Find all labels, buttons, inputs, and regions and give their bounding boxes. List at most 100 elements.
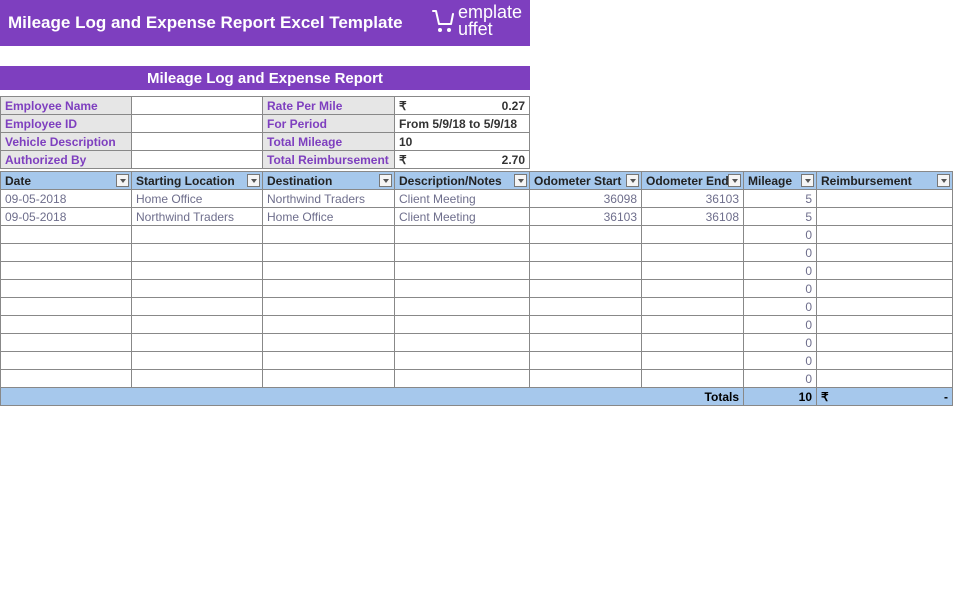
- cell-date[interactable]: [1, 262, 132, 280]
- total-reimb-value[interactable]: ₹2.70: [395, 151, 530, 169]
- cell-destination[interactable]: [263, 280, 395, 298]
- employee-name-value[interactable]: [132, 97, 263, 115]
- column-header-desc_notes[interactable]: Description/Notes: [395, 172, 530, 190]
- authorized-by-value[interactable]: [132, 151, 263, 169]
- cell-reimbursement[interactable]: [817, 208, 953, 226]
- cell-odometer-start[interactable]: [530, 352, 642, 370]
- cell-mileage[interactable]: 0: [744, 352, 817, 370]
- column-header-date[interactable]: Date: [1, 172, 132, 190]
- cell-mileage[interactable]: 0: [744, 244, 817, 262]
- cell-start-location[interactable]: [132, 370, 263, 388]
- cell-odometer-start[interactable]: 36103: [530, 208, 642, 226]
- cell-odometer-start[interactable]: 36098: [530, 190, 642, 208]
- cell-description[interactable]: [395, 244, 530, 262]
- filter-dropdown-icon[interactable]: [247, 174, 260, 187]
- cell-date[interactable]: [1, 298, 132, 316]
- column-header-odo_start[interactable]: Odometer Start: [530, 172, 642, 190]
- column-header-mileage[interactable]: Mileage: [744, 172, 817, 190]
- cell-destination[interactable]: [263, 370, 395, 388]
- cell-reimbursement[interactable]: [817, 352, 953, 370]
- for-period-value[interactable]: From 5/9/18 to 5/9/18: [395, 115, 530, 133]
- cell-date[interactable]: 09-05-2018: [1, 208, 132, 226]
- cell-odometer-start[interactable]: [530, 262, 642, 280]
- cell-start-location[interactable]: [132, 280, 263, 298]
- cell-odometer-start[interactable]: [530, 370, 642, 388]
- cell-odometer-end[interactable]: [642, 244, 744, 262]
- cell-reimbursement[interactable]: [817, 316, 953, 334]
- cell-destination[interactable]: [263, 352, 395, 370]
- cell-date[interactable]: [1, 370, 132, 388]
- column-header-destination[interactable]: Destination: [263, 172, 395, 190]
- cell-start-location[interactable]: [132, 262, 263, 280]
- cell-reimbursement[interactable]: [817, 190, 953, 208]
- filter-dropdown-icon[interactable]: [514, 174, 527, 187]
- cell-mileage[interactable]: 0: [744, 370, 817, 388]
- cell-date[interactable]: [1, 352, 132, 370]
- cell-date[interactable]: [1, 244, 132, 262]
- cell-reimbursement[interactable]: [817, 370, 953, 388]
- cell-mileage[interactable]: 5: [744, 208, 817, 226]
- cell-date[interactable]: [1, 226, 132, 244]
- cell-description[interactable]: Client Meeting: [395, 208, 530, 226]
- cell-odometer-end[interactable]: [642, 298, 744, 316]
- cell-destination[interactable]: Northwind Traders: [263, 190, 395, 208]
- cell-description[interactable]: [395, 280, 530, 298]
- cell-start-location[interactable]: [132, 298, 263, 316]
- cell-date[interactable]: [1, 280, 132, 298]
- cell-odometer-start[interactable]: [530, 280, 642, 298]
- rate-per-mile-value[interactable]: ₹0.27: [395, 97, 530, 115]
- filter-dropdown-icon[interactable]: [626, 174, 639, 187]
- total-mileage-value[interactable]: 10: [395, 133, 530, 151]
- cell-mileage[interactable]: 0: [744, 280, 817, 298]
- cell-start-location[interactable]: [132, 316, 263, 334]
- cell-description[interactable]: [395, 370, 530, 388]
- filter-dropdown-icon[interactable]: [379, 174, 392, 187]
- cell-odometer-end[interactable]: [642, 334, 744, 352]
- cell-mileage[interactable]: 0: [744, 316, 817, 334]
- cell-odometer-start[interactable]: [530, 316, 642, 334]
- cell-destination[interactable]: [263, 334, 395, 352]
- cell-date[interactable]: [1, 316, 132, 334]
- column-header-odo_end[interactable]: Odometer End: [642, 172, 744, 190]
- filter-dropdown-icon[interactable]: [116, 174, 129, 187]
- cell-reimbursement[interactable]: [817, 244, 953, 262]
- cell-mileage[interactable]: 0: [744, 226, 817, 244]
- cell-start-location[interactable]: Home Office: [132, 190, 263, 208]
- cell-mileage[interactable]: 0: [744, 262, 817, 280]
- cell-destination[interactable]: [263, 226, 395, 244]
- cell-odometer-end[interactable]: 36108: [642, 208, 744, 226]
- cell-description[interactable]: [395, 316, 530, 334]
- cell-odometer-end[interactable]: [642, 262, 744, 280]
- cell-destination[interactable]: Home Office: [263, 208, 395, 226]
- filter-dropdown-icon[interactable]: [728, 174, 741, 187]
- cell-mileage[interactable]: 0: [744, 298, 817, 316]
- cell-destination[interactable]: [263, 316, 395, 334]
- cell-date[interactable]: 09-05-2018: [1, 190, 132, 208]
- cell-description[interactable]: [395, 352, 530, 370]
- filter-dropdown-icon[interactable]: [801, 174, 814, 187]
- cell-date[interactable]: [1, 334, 132, 352]
- column-header-reimb[interactable]: Reimbursement: [817, 172, 953, 190]
- cell-description[interactable]: [395, 298, 530, 316]
- cell-odometer-end[interactable]: [642, 316, 744, 334]
- cell-odometer-start[interactable]: [530, 244, 642, 262]
- cell-reimbursement[interactable]: [817, 262, 953, 280]
- cell-destination[interactable]: [263, 262, 395, 280]
- cell-description[interactable]: Client Meeting: [395, 190, 530, 208]
- cell-odometer-start[interactable]: [530, 334, 642, 352]
- cell-start-location[interactable]: [132, 226, 263, 244]
- cell-start-location[interactable]: Northwind Traders: [132, 208, 263, 226]
- cell-odometer-end[interactable]: 36103: [642, 190, 744, 208]
- cell-odometer-end[interactable]: [642, 280, 744, 298]
- cell-odometer-start[interactable]: [530, 226, 642, 244]
- column-header-start_loc[interactable]: Starting Location: [132, 172, 263, 190]
- cell-odometer-start[interactable]: [530, 298, 642, 316]
- cell-odometer-end[interactable]: [642, 226, 744, 244]
- cell-mileage[interactable]: 0: [744, 334, 817, 352]
- cell-odometer-end[interactable]: [642, 352, 744, 370]
- cell-reimbursement[interactable]: [817, 334, 953, 352]
- cell-mileage[interactable]: 5: [744, 190, 817, 208]
- cell-start-location[interactable]: [132, 244, 263, 262]
- filter-dropdown-icon[interactable]: [937, 174, 950, 187]
- cell-description[interactable]: [395, 226, 530, 244]
